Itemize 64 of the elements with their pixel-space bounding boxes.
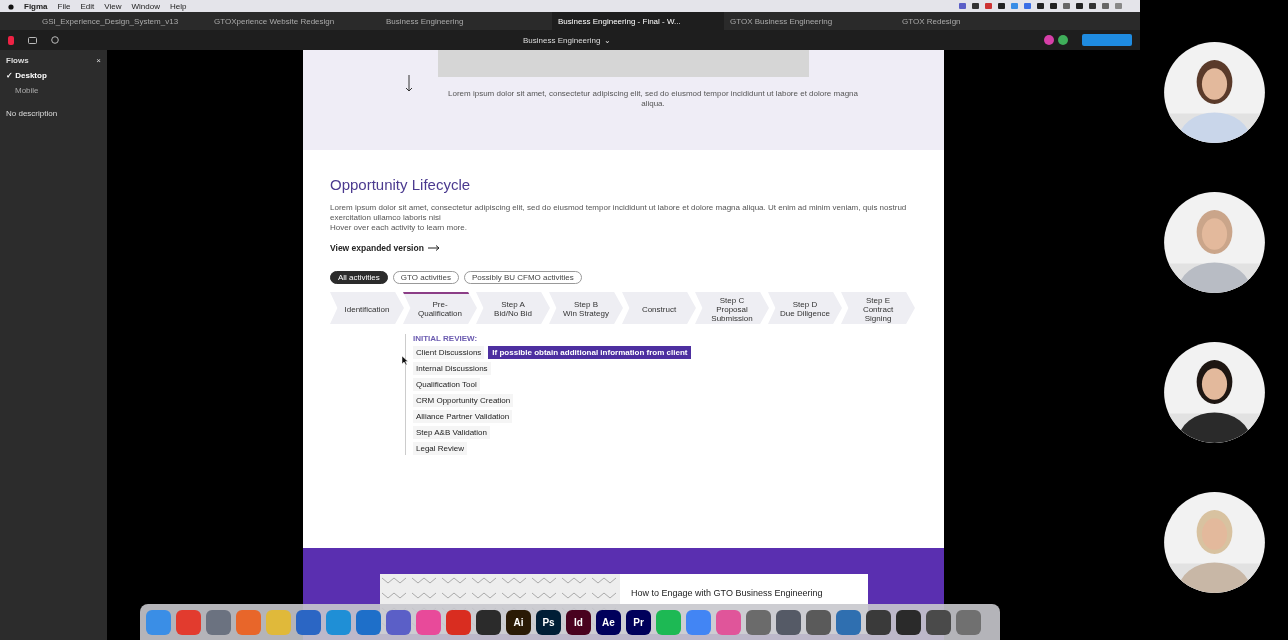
activity-item[interactable]: Alliance Partner Validation — [413, 410, 513, 423]
app-icon[interactable]: Id — [566, 609, 591, 635]
app-icon[interactable]: Ps — [536, 609, 561, 635]
arrow-icon — [427, 245, 440, 251]
app-icon[interactable] — [926, 609, 951, 635]
app-icon[interactable] — [866, 609, 891, 635]
file-tab[interactable]: GTOX Business Engineering — [724, 12, 896, 30]
file-tab[interactable]: Business Engineering — [380, 12, 552, 30]
panel-title: Flows — [6, 56, 29, 65]
lifecycle-step[interactable]: Step C Proposal Submission — [695, 292, 769, 324]
filter-pill[interactable]: Possibly BU CFMO activities — [463, 271, 582, 284]
flow-description: No description — [6, 109, 59, 118]
section-title: Opportunity Lifecycle — [330, 176, 471, 193]
app-icon[interactable] — [476, 609, 501, 635]
lifecycle-step[interactable]: Identification — [330, 292, 404, 324]
app-icon[interactable] — [776, 609, 801, 635]
activity-tooltip: If possible obtain additional information from client — [488, 346, 692, 359]
flow-item[interactable]: ✓ Desktop — [6, 71, 47, 80]
expanded-version-link[interactable]: View expanded version — [330, 243, 424, 253]
activity-item[interactable]: CRM Opportunity Creation — [413, 394, 514, 407]
lifecycle-step[interactable]: Step E Contract Signing — [841, 292, 915, 324]
activity-item[interactable]: Step A&B Validation — [413, 426, 490, 439]
app-icon[interactable] — [896, 609, 921, 635]
user-avatar[interactable] — [1044, 35, 1054, 45]
panel-icon[interactable] — [28, 36, 37, 44]
lifecycle-step[interactable]: Pre-Qualification — [403, 292, 477, 324]
caret-icon[interactable]: ⌄ — [604, 35, 612, 45]
app-icon[interactable]: Pr — [626, 609, 651, 635]
file-tab[interactable]: GSI_Experience_Design_System_v13 — [36, 12, 208, 30]
menu-item[interactable]: Figma — [24, 1, 48, 11]
activity-item[interactable]: Internal Discussions — [413, 362, 491, 375]
intro-text: Lorem ipsum dolor sit amet, consectetur adipiscing elit, sed do eiusmod tempor incididunt ut labore et dolore magna aliqua. Ut enim ad minim veniam, quis nostrud exercitation ullamco laboris nisi Hover over each activity to learn more. — [330, 203, 908, 233]
activity-item[interactable]: Qualification Tool — [413, 378, 480, 391]
file-tab[interactable]: GTOXperience Website Redesign — [208, 12, 380, 30]
lifecycle-step[interactable]: Step B Win Strategy — [549, 292, 623, 324]
engage-title: How to Engage with GTO Business Engineering — [631, 588, 823, 598]
hero-text: Lorem ipsum dolor sit amet, consectetur adipiscing elit, sed do eiusmod tempor incididunt ut labore et dolore magna aliqua. — [447, 89, 859, 109]
app-icon[interactable] — [806, 609, 831, 635]
lifecycle-step[interactable]: Construct — [622, 292, 696, 324]
lifecycle-step[interactable]: Step A Bid/No Bid — [476, 292, 550, 324]
menu-item[interactable]: Help — [169, 1, 187, 11]
figma-icon[interactable] — [8, 35, 14, 45]
down-arrow-icon — [405, 75, 413, 92]
menu-item[interactable]: Edit — [80, 1, 95, 11]
activity-item[interactable]: Client Discussions — [413, 346, 485, 359]
lifecycle-step[interactable]: Step D Due Diligence — [768, 292, 842, 324]
close-icon[interactable]: × — [96, 56, 101, 65]
menu-item[interactable]: File — [57, 1, 71, 11]
user-avatar[interactable] — [1058, 35, 1068, 45]
comment-icon[interactable] — [51, 36, 59, 44]
cursor-icon — [402, 356, 408, 365]
flow-item[interactable]: Mobile — [6, 86, 39, 95]
app-icon[interactable]: Ai — [506, 609, 531, 635]
activities-heading: INITIAL REVIEW: — [413, 334, 478, 343]
file-tab[interactable]: GTOX Redesign — [896, 12, 1068, 30]
activity-item[interactable]: Legal Review — [413, 442, 468, 455]
file-tab[interactable]: Business Engineering - Final - W... — [552, 12, 724, 30]
filter-pill[interactable]: GTO activities — [392, 271, 459, 284]
menu-item[interactable]: View — [104, 1, 122, 11]
menu-item[interactable]: Window — [131, 1, 160, 11]
file-title[interactable]: Business Engineering — [523, 35, 601, 45]
app-icon[interactable]: Ae — [596, 609, 621, 635]
filter-pill[interactable]: All activities — [330, 271, 388, 284]
apple-icon[interactable] — [8, 2, 14, 10]
